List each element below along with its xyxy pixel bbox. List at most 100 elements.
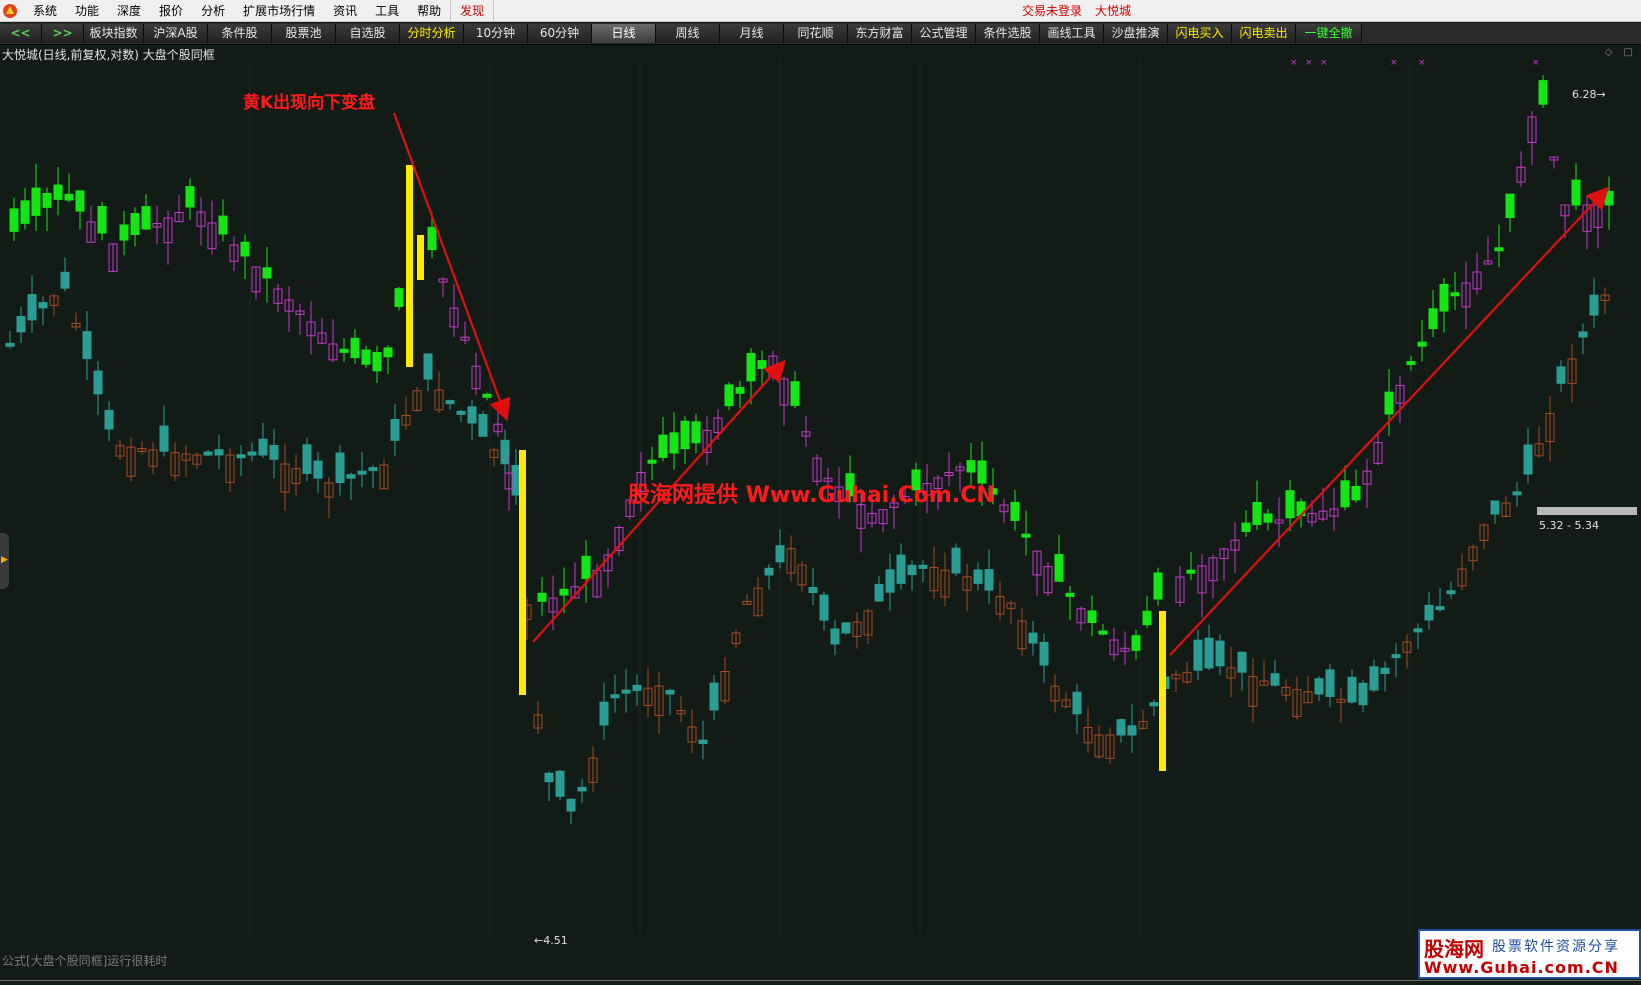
candlestick-chart[interactable]: × × × × × × <box>0 45 1641 985</box>
stock-candle <box>53 184 63 200</box>
stock-candle <box>1153 572 1163 600</box>
logo-slogan: 股票软件资源分享 <box>1492 939 1620 955</box>
stock-candle <box>1604 190 1614 206</box>
stock-candle <box>1417 341 1427 347</box>
stock-candle <box>185 186 195 208</box>
back-button[interactable]: << <box>0 24 42 43</box>
stock-candle <box>119 224 129 241</box>
tab-shsz-a-shares[interactable]: 沪深A股 <box>144 24 208 43</box>
index-candle <box>555 770 565 797</box>
menu-items: 系统 功能 深度 报价 分析 扩展市场行情 资讯 工具 帮助 发现 <box>24 0 495 22</box>
menu-system[interactable]: 系统 <box>24 0 66 22</box>
index-candle <box>1039 641 1049 666</box>
tab-condition-stocks[interactable]: 条件股 <box>208 24 272 43</box>
index-candle <box>1413 628 1423 633</box>
index-candle <box>841 622 851 634</box>
index-candle <box>1072 691 1082 715</box>
index-candle <box>456 410 466 415</box>
tab-condition-selection[interactable]: 条件选股 <box>976 24 1040 43</box>
current-stock-name: 大悦城 <box>1095 4 1132 18</box>
index-candle <box>698 739 708 745</box>
index-candle <box>973 569 983 584</box>
index-candle <box>390 419 400 441</box>
index-candle <box>236 454 246 459</box>
tab-eastmoney[interactable]: 东方财富 <box>848 24 912 43</box>
tab-drawing-tools[interactable]: 画线工具 <box>1040 24 1104 43</box>
stock-candle <box>1186 569 1196 574</box>
index-candle <box>467 406 477 424</box>
tab-intraday-analysis[interactable]: 分时分析 <box>400 24 464 43</box>
menu-news[interactable]: 资讯 <box>324 0 366 22</box>
trend-arrow <box>1169 186 1610 656</box>
index-candle <box>1204 637 1214 669</box>
index-candle <box>1193 639 1203 671</box>
index-candle <box>610 694 620 699</box>
time-axis <box>0 980 1641 985</box>
kline-chart-area[interactable]: × × × × × × 大悦城(日线,前复权,对数) 大盘个股同框 ◇ □ ▶ 黄K出现向… <box>0 45 1641 985</box>
index-candle <box>566 798 576 812</box>
guhai-logo: 股海网 股票软件资源分享 Www.Guhai.com.CN <box>1418 929 1641 979</box>
index-candle <box>335 452 345 484</box>
stock-candle <box>130 213 140 235</box>
tab-sector-index[interactable]: 板块指数 <box>84 24 144 43</box>
menu-quote[interactable]: 报价 <box>150 0 192 22</box>
index-candle <box>1347 676 1357 703</box>
stock-candle <box>9 208 19 232</box>
index-candle <box>27 294 37 321</box>
tab-10min[interactable]: 10分钟 <box>464 24 528 43</box>
top-marker: × <box>1290 58 1298 68</box>
low-price-label: ←4.51 <box>534 934 568 947</box>
tab-weekly[interactable]: 周线 <box>656 24 720 43</box>
index-candle <box>302 444 312 474</box>
stock-candle <box>1241 522 1251 532</box>
tab-formula-manager[interactable]: 公式管理 <box>912 24 976 43</box>
flash-sell-button[interactable]: 闪电卖出 <box>1232 24 1296 43</box>
forward-button[interactable]: >> <box>42 24 84 43</box>
stock-candle <box>669 432 679 454</box>
stock-candle <box>20 200 30 224</box>
menu-depth[interactable]: 深度 <box>108 0 150 22</box>
stock-candle <box>1263 513 1273 523</box>
tab-sandbox[interactable]: 沙盘推演 <box>1104 24 1168 43</box>
trade-login-status[interactable]: 交易未登录 <box>1022 0 1082 22</box>
tab-watchlist[interactable]: 自选股 <box>336 24 400 43</box>
index-candle <box>632 684 642 691</box>
stock-candle <box>1384 391 1394 415</box>
tab-monthly[interactable]: 月线 <box>720 24 784 43</box>
tab-60min[interactable]: 60分钟 <box>528 24 592 43</box>
app-logo-icon[interactable] <box>2 3 18 19</box>
index-candle <box>1523 444 1533 475</box>
top-marker: × <box>1532 58 1540 68</box>
top-marker: × <box>1390 58 1398 68</box>
tab-tonghuashun[interactable]: 同花顺 <box>784 24 848 43</box>
tab-stock-pool[interactable]: 股票池 <box>272 24 336 43</box>
index-candle <box>445 400 455 405</box>
stock-candle <box>1142 610 1152 626</box>
annotation-yellow-k: 黄K出现向下变盘 <box>243 93 376 113</box>
index-candle <box>1149 702 1159 707</box>
menu-help[interactable]: 帮助 <box>408 0 450 22</box>
stock-candle <box>218 215 228 235</box>
index-candle <box>544 772 554 783</box>
stock-candle <box>141 206 151 230</box>
menu-function[interactable]: 功能 <box>66 0 108 22</box>
top-marker: × <box>1305 58 1313 68</box>
stock-candle <box>361 349 371 365</box>
menu-extended-market[interactable]: 扩展市场行情 <box>234 0 324 22</box>
stock-candle <box>647 459 657 464</box>
menu-discover[interactable]: 发现 <box>450 0 495 22</box>
cancel-all-button[interactable]: 一键全撤 <box>1296 24 1362 43</box>
index-candle <box>808 587 818 594</box>
flash-buy-button[interactable]: 闪电买入 <box>1168 24 1232 43</box>
expand-arrow-icon[interactable]: ▶ <box>0 533 9 589</box>
stock-candle <box>790 381 800 406</box>
window-control-icons[interactable]: ◇ □ <box>1605 47 1637 58</box>
stock-candle <box>966 460 976 473</box>
index-candle <box>918 564 928 569</box>
stock-candle <box>1087 610 1097 623</box>
index-candle <box>885 569 895 593</box>
menu-analysis[interactable]: 分析 <box>192 0 234 22</box>
index-candle <box>1380 667 1390 674</box>
menu-tools[interactable]: 工具 <box>366 0 408 22</box>
tab-daily[interactable]: 日线 <box>592 24 656 43</box>
